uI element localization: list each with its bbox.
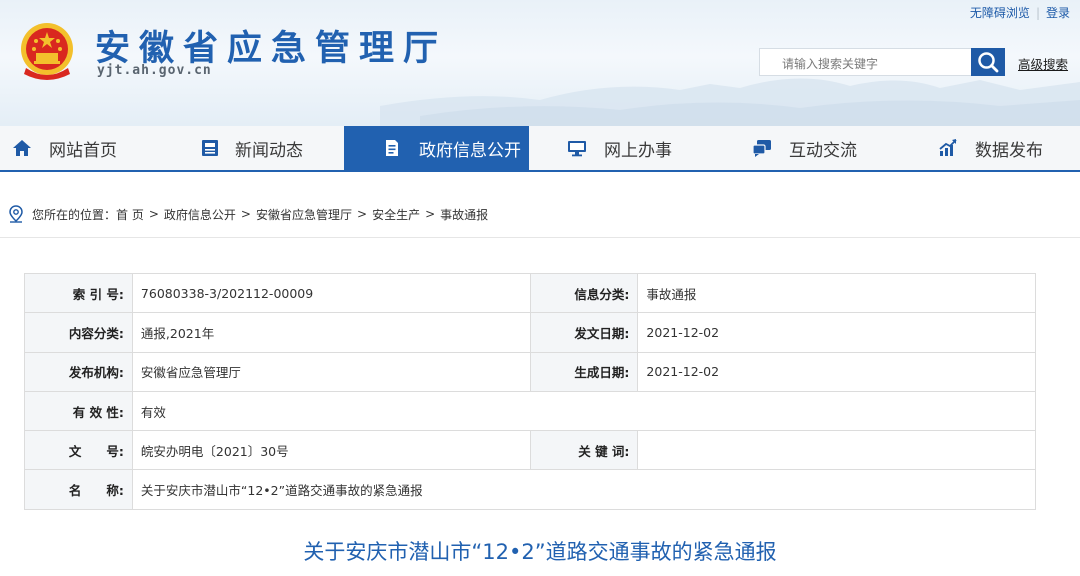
table-row: 索 引 号: 76080338-3/202112-00009 信息分类: 事故通… [24,272,1036,314]
breadcrumb-link-safety[interactable]: 安全生产 [372,206,420,223]
accessible-mode-link[interactable]: 无障碍浏览 [970,6,1030,20]
nav-item-news[interactable]: 新闻动态 [200,126,340,170]
search-input[interactable]: 请输入搜索关键字 [759,48,971,76]
top-links: 无障碍浏览 | 登录 [970,4,1070,21]
issue-date-value: 2021-12-02 [637,312,1036,353]
nav-item-online-services[interactable]: 网上办事 [567,126,717,170]
main-nav: 网站首页 新闻动态 政府信息公开 网上办事 互动交流 数据发布 [0,126,1080,172]
nav-item-label: 数据发布 [975,140,1043,161]
validity-value: 有效 [131,390,1037,432]
nav-item-label: 政府信息公开 [419,140,521,161]
gen-date-label: 生成日期: [529,351,639,392]
search-icon [978,52,999,73]
index-value: 76080338-3/202112-00009 [131,272,531,314]
doc-no-label: 文 号: [24,430,133,471]
name-value: 关于安庆市潜山市“12•2”道路交通事故的紧急通报 [131,469,1037,510]
news-icon [202,140,218,156]
chart-icon [939,139,957,156]
site-domain: yjt.ah.gov.cn [97,63,212,78]
breadcrumb: 您所在的位置： 首 页 > 政府信息公开 > 安徽省应急管理厅 > 安全生产 >… [8,205,488,223]
nav-item-gov-info[interactable]: 政府信息公开 [344,126,529,170]
nav-item-label: 新闻动态 [235,140,303,161]
table-row: 有 效 性: 有效 [24,390,1037,432]
breadcrumb-link-department[interactable]: 安徽省应急管理厅 [256,206,352,223]
breadcrumb-separator: > [148,207,159,221]
keywords-label: 关 键 词: [529,430,639,471]
advanced-search-link[interactable]: 高级搜索 [1018,54,1068,73]
document-info-table: 索 引 号: 76080338-3/202112-00009 信息分类: 事故通… [24,272,1037,510]
content-value: 通报,2021年 [131,312,531,353]
breadcrumb-prefix: 您所在的位置： [32,207,117,222]
chat-icon [752,140,771,157]
nav-item-interaction[interactable]: 互动交流 [752,126,902,170]
breadcrumb-link-gov-info[interactable]: 政府信息公开 [164,206,236,223]
nav-item-label: 网上办事 [604,140,672,161]
table-row: 内容分类: 通报,2021年 发文日期: 2021-12-02 [24,312,1036,353]
breadcrumb-separator: > [357,207,368,221]
index-label: 索 引 号: [24,272,133,314]
home-icon [13,140,31,156]
category-value: 事故通报 [637,272,1036,314]
national-emblem-icon [21,23,73,80]
table-row: 名 称: 关于安庆市潜山市“12•2”道路交通事故的紧急通报 [24,469,1037,510]
divider [0,237,1080,238]
document-icon [386,140,398,156]
nav-item-label: 互动交流 [789,140,857,161]
divider: | [1035,6,1040,20]
breadcrumb-link-home[interactable]: 首 页 [116,206,144,223]
breadcrumb-separator: > [240,207,251,221]
org-value: 安徽省应急管理厅 [131,351,531,392]
article-title: 关于安庆市潜山市“12•2”道路交通事故的紧急通报 [303,540,777,564]
gen-date-value: 2021-12-02 [637,351,1036,392]
monitor-icon [568,141,586,157]
category-label: 信息分类: [529,272,639,314]
login-link[interactable]: 登录 [1046,6,1070,20]
nav-item-label: 网站首页 [49,140,117,161]
content-label: 内容分类: [24,312,133,353]
org-label: 发布机构: [24,351,133,392]
breadcrumb-link-accident-report[interactable]: 事故通报 [440,206,488,223]
table-row: 文 号: 皖安办明电〔2021〕30号 关 键 词: [24,430,1036,471]
site-header: 安徽省应急管理厅 yjt.ah.gov.cn 无障碍浏览 | 登录 请输入搜索关键字… [0,0,1080,126]
nav-item-data-release[interactable]: 数据发布 [938,126,1078,170]
nav-item-home[interactable]: 网站首页 [12,126,162,170]
location-pin-icon [9,205,23,223]
name-label: 名 称: [24,469,133,510]
keywords-value [637,430,1036,471]
doc-no-value: 皖安办明电〔2021〕30号 [131,430,531,471]
breadcrumb-separator: > [425,207,436,221]
validity-label: 有 效 性: [24,390,133,432]
search-button[interactable] [971,48,1005,76]
page: 安徽省应急管理厅 yjt.ah.gov.cn 无障碍浏览 | 登录 请输入搜索关键字… [0,0,1080,576]
issue-date-label: 发文日期: [529,312,639,353]
table-row: 发布机构: 安徽省应急管理厅 生成日期: 2021-12-02 [24,351,1036,392]
